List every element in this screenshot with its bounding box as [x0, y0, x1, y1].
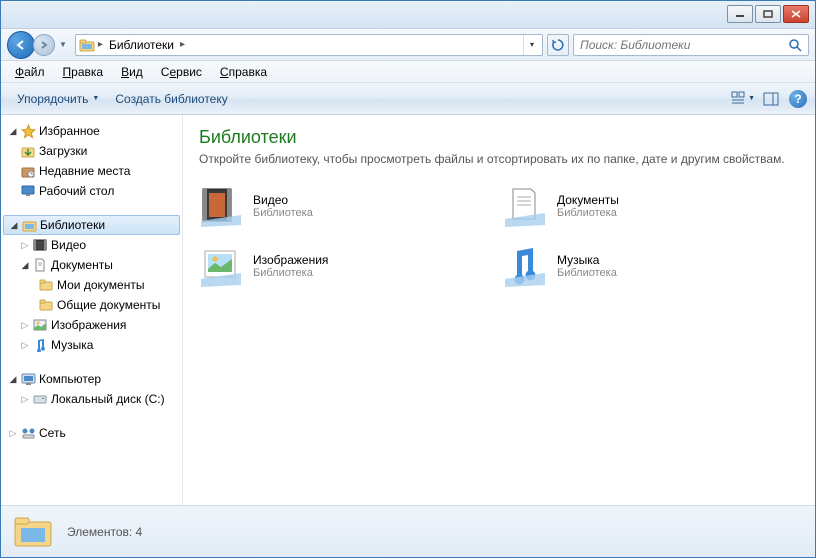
menu-help[interactable]: Справка: [212, 63, 275, 81]
computer-icon: [19, 373, 37, 386]
minimize-button[interactable]: [727, 5, 753, 23]
music-library-icon: [503, 244, 547, 288]
collapse-icon[interactable]: ◢: [19, 260, 31, 271]
documents-library-icon: [503, 184, 547, 228]
document-icon: [31, 258, 49, 272]
menu-view[interactable]: Вид: [113, 63, 151, 81]
forward-button[interactable]: [33, 34, 55, 56]
view-options-button[interactable]: ▼: [731, 87, 755, 111]
content-pane: Библиотеки Откройте библиотеку, чтобы пр…: [183, 115, 815, 505]
tree-pictures[interactable]: ▷ Изображения: [1, 315, 182, 335]
collapse-icon[interactable]: ◢: [8, 220, 20, 231]
window-titlebar: [1, 1, 815, 29]
tree-favorites[interactable]: ◢ Избранное: [1, 121, 182, 141]
expand-icon[interactable]: ▷: [19, 240, 31, 251]
tree-documents[interactable]: ◢ Документы: [1, 255, 182, 275]
tree-public-documents[interactable]: Общие документы: [1, 295, 182, 315]
menu-bar: Файл Правка Вид Сервис Справка: [1, 61, 815, 83]
recent-icon: [19, 164, 37, 178]
desktop-icon: [19, 185, 37, 197]
menu-tools[interactable]: Сервис: [153, 63, 210, 81]
navigation-pane: ◢ Избранное Загрузки Недавние места: [1, 115, 183, 505]
star-icon: [19, 124, 37, 139]
breadcrumb-separator[interactable]: ▸: [178, 39, 187, 50]
tree-local-disk[interactable]: ▷ Локальный диск (C:): [1, 389, 182, 409]
tree-videos[interactable]: ▷ Видео: [1, 235, 182, 255]
chevron-down-icon: ▼: [92, 95, 99, 102]
library-music[interactable]: Музыка Библиотека: [503, 244, 799, 288]
page-subtitle: Откройте библиотеку, чтобы просмотреть ф…: [199, 152, 799, 166]
tree-desktop[interactable]: Рабочий стол: [1, 181, 182, 201]
page-title: Библиотеки: [199, 127, 799, 148]
video-library-icon: [199, 184, 243, 228]
libraries-large-icon: [11, 514, 55, 550]
breadcrumb-item[interactable]: Библиотеки: [105, 38, 178, 52]
music-icon: [31, 338, 49, 352]
expand-icon[interactable]: ▷: [19, 394, 31, 405]
disk-icon: [31, 393, 49, 405]
address-dropdown[interactable]: ▾: [523, 35, 540, 55]
pictures-library-icon: [199, 244, 243, 288]
tree-network[interactable]: ▷ Сеть: [1, 423, 182, 443]
tree-music[interactable]: ▷ Музыка: [1, 335, 182, 355]
tree-my-documents[interactable]: Мои документы: [1, 275, 182, 295]
help-button[interactable]: ?: [789, 90, 807, 108]
library-documents[interactable]: Документы Библиотека: [503, 184, 799, 228]
menu-file[interactable]: Файл: [7, 63, 53, 81]
maximize-button[interactable]: [755, 5, 781, 23]
tree-recent[interactable]: Недавние места: [1, 161, 182, 181]
folder-icon: [37, 299, 55, 311]
folder-icon: [37, 279, 55, 291]
navigation-bar: ▼ ▸ Библиотеки ▸ ▾: [1, 29, 815, 61]
preview-pane-button[interactable]: [759, 87, 783, 111]
downloads-icon: [19, 144, 37, 158]
tree-computer[interactable]: ◢ Компьютер: [1, 369, 182, 389]
expand-icon[interactable]: ▷: [7, 428, 19, 439]
search-icon[interactable]: [788, 38, 802, 52]
back-button[interactable]: [7, 31, 35, 59]
collapse-icon[interactable]: ◢: [7, 126, 19, 137]
menu-edit[interactable]: Правка: [55, 63, 112, 81]
item-count: Элементов: 4: [67, 525, 142, 539]
expand-icon[interactable]: ▷: [19, 340, 31, 351]
collapse-icon[interactable]: ◢: [7, 374, 19, 385]
breadcrumb-separator[interactable]: ▸: [96, 39, 105, 50]
picture-icon: [31, 319, 49, 331]
search-input[interactable]: [580, 38, 788, 52]
library-videos[interactable]: Видео Библиотека: [199, 184, 495, 228]
library-pictures[interactable]: Изображения Библиотека: [199, 244, 495, 288]
new-library-button[interactable]: Создать библиотеку: [107, 88, 235, 110]
chevron-down-icon: ▼: [748, 95, 755, 102]
refresh-button[interactable]: [547, 34, 569, 56]
video-icon: [31, 239, 49, 251]
libraries-icon: [20, 219, 38, 232]
history-dropdown[interactable]: ▼: [55, 40, 71, 49]
network-icon: [19, 427, 37, 440]
organize-button[interactable]: Упорядочить ▼: [9, 88, 107, 110]
search-box[interactable]: [573, 34, 809, 56]
expand-icon[interactable]: ▷: [19, 320, 31, 331]
details-pane: Элементов: 4: [1, 505, 815, 557]
address-bar[interactable]: ▸ Библиотеки ▸ ▾: [75, 34, 543, 56]
libraries-icon: [78, 36, 96, 54]
tree-libraries[interactable]: ◢ Библиотеки: [3, 215, 180, 235]
close-button[interactable]: [783, 5, 809, 23]
command-bar: Упорядочить ▼ Создать библиотеку ▼ ?: [1, 83, 815, 115]
tree-downloads[interactable]: Загрузки: [1, 141, 182, 161]
